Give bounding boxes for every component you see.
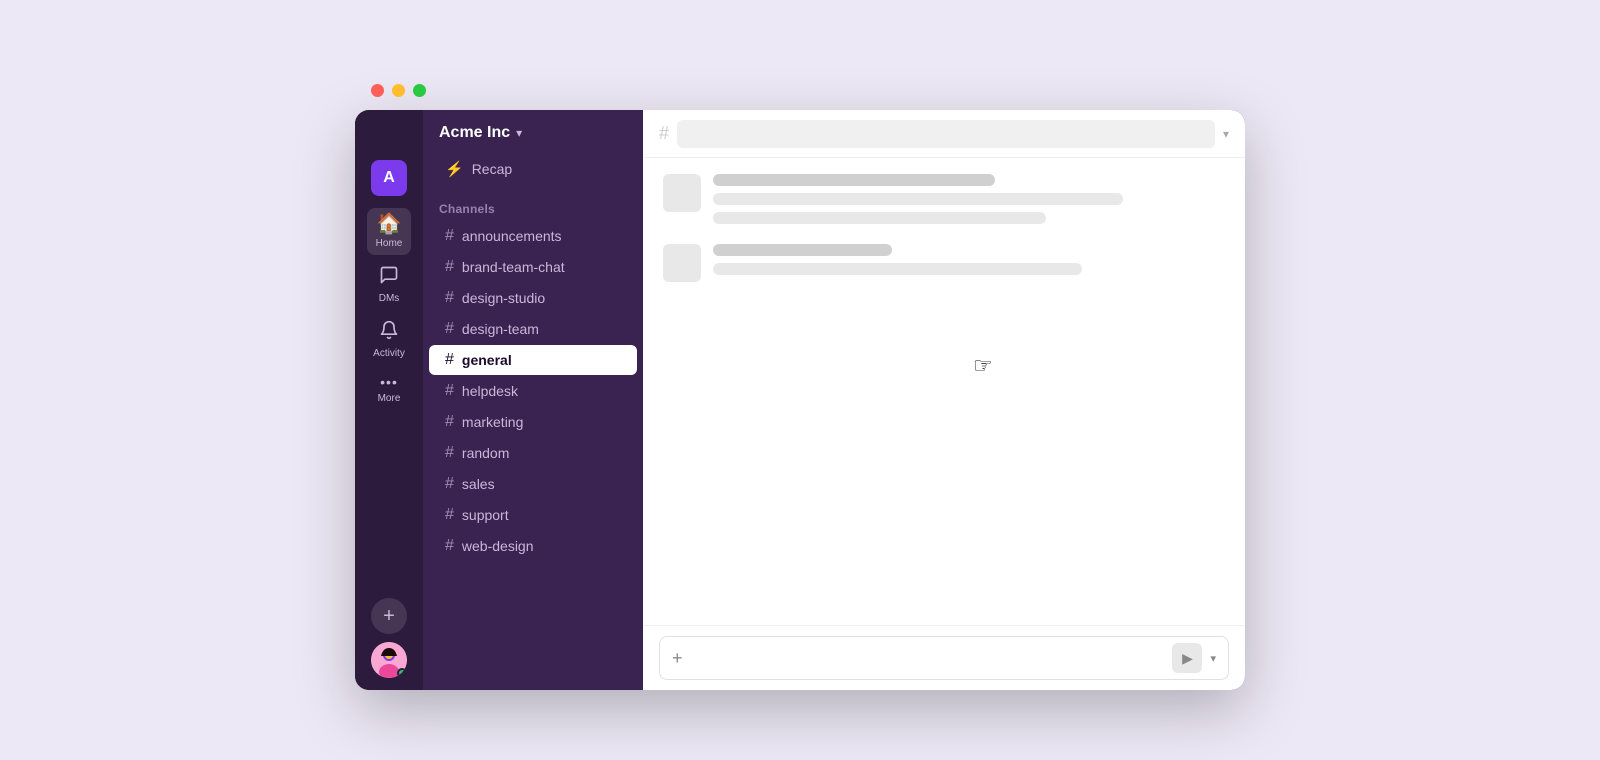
dms-icon [379, 265, 399, 289]
close-dot[interactable] [371, 84, 384, 97]
channel-marketing[interactable]: # marketing [429, 407, 637, 437]
channels-list: Channels # announcements # brand-team-ch… [423, 186, 643, 690]
attach-button[interactable]: + [672, 648, 683, 669]
channel-name: design-studio [462, 290, 545, 306]
channel-brand-team-chat[interactable]: # brand-team-chat [429, 252, 637, 282]
workspace-avatar[interactable]: A [371, 160, 407, 196]
message-input-area: + ▶ ▾ [643, 625, 1245, 690]
channel-helpdesk[interactable]: # helpdesk [429, 376, 637, 406]
message-lines [713, 244, 1225, 275]
channel-web-design[interactable]: # web-design [429, 531, 637, 561]
channel-sales[interactable]: # sales [429, 469, 637, 499]
channel-name: sales [462, 476, 495, 492]
sidebar-icons: A 🏠 Home DMs [355, 110, 423, 690]
channel-design-team[interactable]: # design-team [429, 314, 637, 344]
minimize-dot[interactable] [392, 84, 405, 97]
recap-icon: ⚡ [445, 160, 464, 178]
channel-random[interactable]: # random [429, 438, 637, 468]
activity-label: Activity [373, 348, 405, 359]
channel-name: random [462, 445, 509, 461]
user-avatar[interactable] [371, 642, 407, 678]
hash-icon: # [445, 382, 454, 400]
header-chevron-icon: ▾ [1223, 127, 1229, 141]
recap-label: Recap [472, 161, 512, 177]
hash-icon: # [445, 506, 454, 524]
add-workspace-button[interactable]: + [371, 598, 407, 634]
hash-icon: # [445, 258, 454, 276]
header-hash-icon: # [659, 123, 669, 144]
message-input[interactable] [691, 650, 1165, 666]
skeleton-line [713, 244, 892, 256]
channel-name: support [462, 507, 509, 523]
channel-header: # ▾ [643, 110, 1245, 158]
send-options-chevron[interactable]: ▾ [1210, 652, 1216, 665]
sidebar-item-home[interactable]: 🏠 Home [367, 208, 411, 255]
message-skeleton-2 [663, 244, 1225, 282]
send-icon: ▶ [1182, 650, 1193, 667]
channel-name: helpdesk [462, 383, 518, 399]
hash-icon: # [445, 320, 454, 338]
skeleton-line [713, 263, 1082, 275]
channel-support[interactable]: # support [429, 500, 637, 530]
dms-label: DMs [379, 293, 400, 304]
main-content: # ▾ [643, 110, 1245, 690]
workspace-chevron-icon: ▾ [516, 126, 522, 140]
hash-icon: # [445, 413, 454, 431]
channel-general[interactable]: # general [429, 345, 637, 375]
channel-name: general [462, 352, 512, 368]
hash-icon: # [445, 289, 454, 307]
online-indicator [397, 668, 407, 678]
channel-announcements[interactable]: # announcements [429, 221, 637, 251]
home-label: Home [376, 238, 403, 249]
activity-icon [379, 320, 399, 344]
channel-name: web-design [462, 538, 534, 554]
hash-icon: # [445, 537, 454, 555]
messages-area [643, 158, 1245, 625]
channel-name: announcements [462, 228, 562, 244]
message-skeleton-1 [663, 174, 1225, 224]
send-button[interactable]: ▶ [1172, 643, 1202, 673]
hash-icon: # [445, 227, 454, 245]
skeleton-line [713, 174, 995, 186]
hash-icon: # [445, 475, 454, 493]
avatar-skeleton [663, 174, 701, 212]
home-icon: 🏠 [377, 214, 402, 234]
message-lines [713, 174, 1225, 224]
hash-icon: # [445, 351, 454, 369]
channel-panel: Acme Inc ▾ ⚡ Recap Channels # announceme… [423, 110, 643, 690]
channel-design-studio[interactable]: # design-studio [429, 283, 637, 313]
hash-icon: # [445, 444, 454, 462]
sidebar-item-dms[interactable]: DMs [367, 259, 411, 310]
channel-name: marketing [462, 414, 523, 430]
more-icon: ••• [380, 375, 398, 389]
maximize-dot[interactable] [413, 84, 426, 97]
recap-button[interactable]: ⚡ Recap [429, 152, 637, 186]
sidebar-item-more[interactable]: ••• More [367, 369, 411, 410]
avatar-skeleton [663, 244, 701, 282]
workspace-name: Acme Inc [439, 124, 510, 142]
channel-name: design-team [462, 321, 539, 337]
skeleton-line [713, 193, 1123, 205]
workspace-header[interactable]: Acme Inc ▾ [423, 110, 643, 152]
skeleton-line [713, 212, 1046, 224]
sidebar-item-activity[interactable]: Activity [367, 314, 411, 365]
channels-section-label: Channels [423, 194, 643, 220]
more-label: More [378, 393, 401, 404]
channel-name: brand-team-chat [462, 259, 565, 275]
channel-name-bar [677, 120, 1215, 148]
message-input-box: + ▶ ▾ [659, 636, 1229, 680]
